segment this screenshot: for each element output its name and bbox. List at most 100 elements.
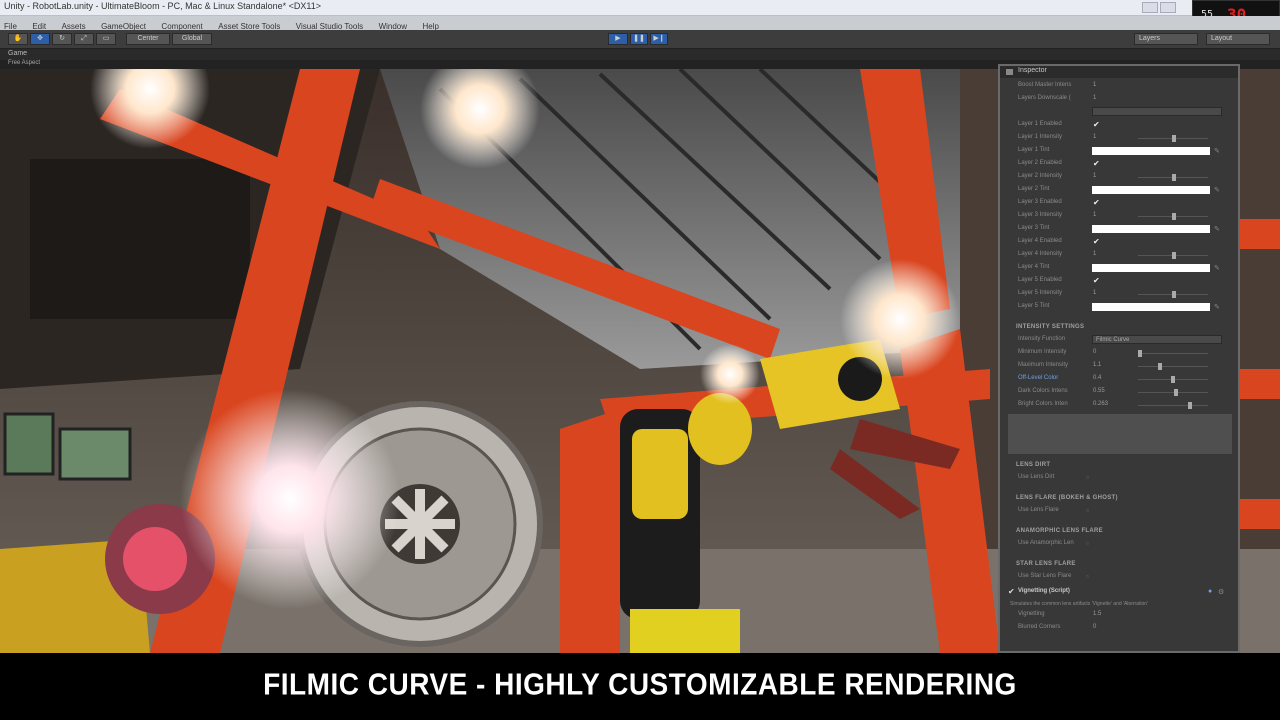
slider-track[interactable]	[1138, 350, 1208, 357]
field-value[interactable]: 1.5	[1093, 611, 1101, 617]
field-label: Use Lens Flare	[1018, 507, 1059, 513]
slider-thumb[interactable]	[1171, 376, 1175, 383]
field-label: Layer 4 Intensity	[1018, 251, 1063, 257]
tint-color-field[interactable]	[1092, 264, 1210, 272]
game-tab-label: Game	[8, 50, 28, 57]
slider-track[interactable]	[1138, 135, 1208, 142]
slider-thumb[interactable]	[1158, 363, 1162, 370]
slider-thumb[interactable]	[1174, 389, 1178, 396]
move-tool-icon[interactable]: ✥	[30, 33, 50, 45]
field-label: Use Lens Dirt	[1018, 474, 1055, 480]
scale-tool-icon[interactable]: ⤢	[74, 33, 94, 45]
field-value[interactable]: 1	[1093, 134, 1096, 140]
space-toggle[interactable]: Global	[172, 33, 212, 45]
maximize-button[interactable]	[1160, 2, 1176, 13]
toggle-row: Use Lens Flare ▫	[1008, 505, 1232, 518]
field-label: Layer 4 Enabled	[1018, 238, 1062, 244]
component-enabled-checkbox[interactable]: ✔	[1008, 588, 1016, 596]
layer-row: Layer 1 Tint ✎	[1008, 145, 1232, 158]
slider-thumb[interactable]	[1188, 402, 1192, 409]
field-value[interactable]: 1	[1093, 290, 1096, 296]
rect-tool-icon[interactable]: ▭	[96, 33, 116, 45]
slider-thumb[interactable]	[1172, 291, 1176, 298]
eyedropper-icon[interactable]: ✎	[1214, 264, 1220, 272]
eyedropper-icon[interactable]: ✎	[1214, 147, 1220, 155]
checkmark-icon[interactable]: ✔	[1093, 277, 1101, 285]
slider-thumb[interactable]	[1138, 350, 1142, 357]
intensity-row: Maximum Intensity 1.1	[1008, 360, 1232, 373]
field-label: Dark Colors Intens	[1018, 388, 1068, 394]
slider-thumb[interactable]	[1172, 213, 1176, 220]
field-label: Layer 3 Intensity	[1018, 212, 1063, 218]
field-label: Intensity Function	[1018, 336, 1066, 342]
slider-thumb[interactable]	[1172, 174, 1176, 181]
slider-thumb[interactable]	[1172, 135, 1176, 142]
field-value[interactable]: 0.4	[1093, 375, 1101, 381]
field-label: Use Anamorphic Len	[1018, 540, 1074, 546]
field-value[interactable]: 1	[1093, 212, 1096, 218]
hand-tool-icon[interactable]: ✋	[8, 33, 28, 45]
layer-row: Layer 3 Intensity 1	[1008, 210, 1232, 223]
field-value[interactable]: 1.1	[1093, 362, 1101, 368]
anamorphic-checkbox[interactable]: ▫	[1086, 540, 1094, 548]
section-title: INTENSITY SETTINGS	[1016, 324, 1085, 330]
eyedropper-icon[interactable]: ✎	[1214, 186, 1220, 194]
field-value[interactable]: 0.263	[1093, 401, 1108, 407]
inspector-panel: Inspector Boost Master Intens 1 Layers D…	[998, 64, 1240, 653]
rotate-tool-icon[interactable]: ↻	[52, 33, 72, 45]
eyedropper-icon[interactable]: ✎	[1214, 225, 1220, 233]
slider-track[interactable]	[1138, 376, 1208, 383]
field-value[interactable]: 1	[1093, 173, 1096, 179]
minimize-button[interactable]	[1142, 2, 1158, 13]
slider-track[interactable]	[1138, 402, 1208, 409]
field-value[interactable]: 1	[1093, 82, 1096, 88]
field-value[interactable]: 0	[1093, 349, 1096, 355]
field-label: Layer 2 Intensity	[1018, 173, 1063, 179]
tint-color-field[interactable]	[1092, 186, 1210, 194]
pivot-toggle[interactable]: Center	[126, 33, 170, 45]
checkmark-icon[interactable]: ✔	[1093, 199, 1101, 207]
tint-color-field[interactable]	[1092, 225, 1210, 233]
field-value[interactable]: 1	[1093, 95, 1096, 101]
eyedropper-icon[interactable]: ✎	[1214, 303, 1220, 311]
checkmark-icon[interactable]: ✔	[1093, 160, 1101, 168]
step-button-icon[interactable]: ▶❙	[650, 33, 668, 45]
gear-icon[interactable]: ⚙	[1218, 588, 1224, 596]
field-label: Minimum Intensity	[1018, 349, 1067, 355]
layers-dropdown[interactable]: Layers	[1134, 33, 1198, 45]
field-value[interactable]: 0.55	[1093, 388, 1105, 394]
layers-toggle-button[interactable]	[1092, 107, 1222, 116]
slider-track[interactable]	[1138, 213, 1208, 220]
slider-thumb[interactable]	[1172, 252, 1176, 259]
toggle-row: Use Lens Dirt ▫	[1008, 472, 1232, 485]
aspect-dropdown[interactable]: Free Aspect	[8, 60, 40, 66]
component-header[interactable]: ✔ Vignetting (Script) ● ⚙	[1008, 586, 1232, 599]
slider-track[interactable]	[1138, 252, 1208, 259]
field-value[interactable]: 1	[1093, 251, 1096, 257]
slider-track[interactable]	[1138, 389, 1208, 396]
help-icon[interactable]: ●	[1208, 588, 1212, 595]
tint-color-field[interactable]	[1092, 303, 1210, 311]
checkmark-icon[interactable]: ✔	[1093, 121, 1101, 129]
checkmark-icon[interactable]: ✔	[1093, 238, 1101, 246]
menu-bar: File Edit Assets GameObject Component As…	[0, 16, 1280, 31]
field-label: Layer 1 Intensity	[1018, 134, 1063, 140]
lens-flare-checkbox[interactable]: ▫	[1086, 507, 1094, 515]
slider-track[interactable]	[1138, 174, 1208, 181]
layer-row: Layer 1 Intensity 1	[1008, 132, 1232, 145]
inspector-tab[interactable]: Inspector	[1000, 66, 1238, 78]
slider-track[interactable]	[1138, 291, 1208, 298]
layer-row: Layer 3 Enabled ✔	[1008, 197, 1232, 210]
play-button-icon[interactable]: ▶	[608, 33, 628, 45]
component-description: Simulates the common lens artifacts 'Vig…	[1010, 601, 1148, 607]
tint-color-field[interactable]	[1092, 147, 1210, 155]
pause-button-icon[interactable]: ❚❚	[630, 33, 648, 45]
slider-track[interactable]	[1138, 363, 1208, 370]
game-view-tab[interactable]: Game	[0, 49, 1280, 60]
star-flare-checkbox[interactable]: ▫	[1086, 573, 1094, 581]
section-title: LENS DIRT	[1016, 462, 1051, 468]
layout-dropdown[interactable]: Layout	[1206, 33, 1270, 45]
lens-dirt-checkbox[interactable]: ▫	[1086, 474, 1094, 482]
intensity-function-dropdown[interactable]: Filmic Curve	[1092, 335, 1222, 344]
field-value[interactable]: 0	[1093, 624, 1096, 630]
